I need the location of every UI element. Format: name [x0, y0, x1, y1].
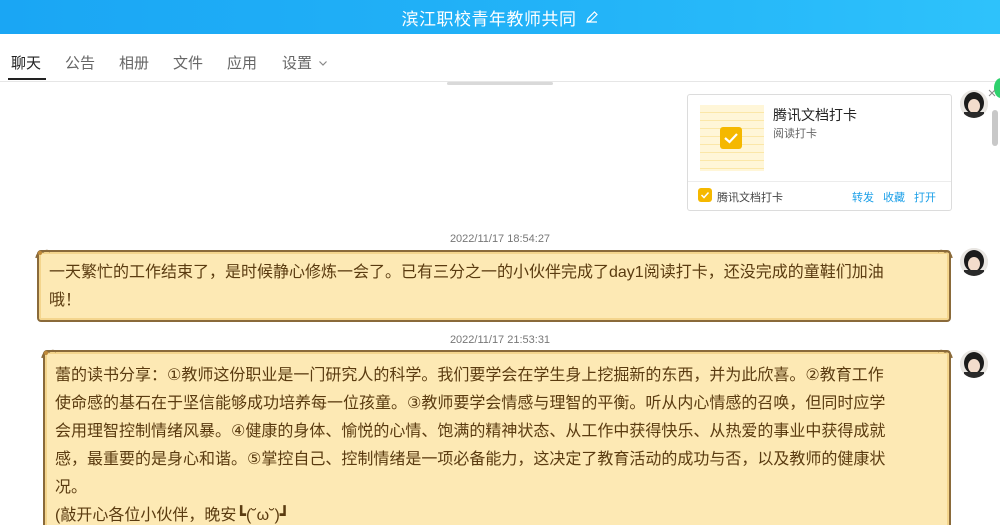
avatar[interactable] [960, 248, 988, 276]
message-line: 感，最重要的是身心和谐。⑤掌控自己、控制情绪是一项必备能力，这决定了教育活动的成… [55, 451, 886, 468]
tab-files[interactable]: 文件 [173, 52, 203, 73]
corner-ornament-icon [937, 349, 953, 359]
avatar[interactable] [960, 90, 988, 118]
scrollbar[interactable] [988, 82, 1000, 525]
message-bubble[interactable]: 蕾的读书分享：①教师这份职业是一门研究人的科学。我们要学会在学生身上挖掘新的东西… [41, 349, 953, 525]
open-button[interactable]: 打开 [914, 189, 936, 205]
message-timestamp: 2022/11/17 18:54:27 [449, 233, 551, 245]
message-line: 哦！ [49, 292, 82, 309]
message-line: (敲开心各位小伙伴，晚安┗(˘ω˘)┛ [55, 507, 290, 524]
corner-ornament-icon [937, 249, 953, 259]
tab-album[interactable]: 相册 [119, 52, 149, 73]
active-tab-indicator [8, 78, 46, 80]
tab-announcements[interactable]: 公告 [65, 52, 95, 73]
group-title: 滨江职校青年教师共同 [401, 9, 577, 29]
card-title: 腾讯文档打卡 [773, 107, 857, 123]
message-timestamp: 2022/11/17 21:53:31 [449, 334, 551, 346]
tab-settings-label: 设置 [282, 55, 313, 72]
avatar[interactable] [960, 350, 988, 378]
message-line: 况。 [55, 479, 88, 496]
tab-settings[interactable]: 设置 [282, 52, 328, 73]
message-line: 使命感的基石在于坚信能够成功培养每一位孩童。③教师要学会情感与理智的平衡。听从内… [55, 395, 886, 412]
message-bubble[interactable]: 一天繁忙的工作结束了，是时候静心修炼一会了。已有三分之一的小伙伴完成了day1阅… [35, 249, 953, 322]
card-app-name: 腾讯文档打卡 [717, 192, 783, 204]
message-line: 蕾的读书分享：①教师这份职业是一门研究人的科学。我们要学会在学生身上挖掘新的东西… [55, 367, 884, 384]
card-divider [688, 181, 951, 182]
card-thumbnail [700, 105, 764, 171]
chevron-down-icon [318, 58, 328, 68]
chat-area: 腾讯文档打卡 阅读打卡 腾讯文档打卡 转发 收藏 打开 2022/11/17 1… [0, 82, 1000, 525]
message-line: 一天繁忙的工作结束了，是时候静心修炼一会了。已有三分之一的小伙伴完成了day1阅… [49, 264, 884, 281]
title-bar: 滨江职校青年教师共同 [0, 0, 1000, 34]
tab-apps[interactable]: 应用 [227, 52, 257, 73]
corner-ornament-icon [35, 249, 51, 259]
forward-button[interactable]: 转发 [852, 189, 874, 205]
checkbox-icon [720, 127, 742, 149]
doc-checkin-card[interactable]: 腾讯文档打卡 阅读打卡 腾讯文档打卡 转发 收藏 打开 [687, 94, 952, 211]
tab-chat[interactable]: 聊天 [11, 52, 41, 73]
pencil-icon[interactable] [585, 10, 599, 24]
favorite-button[interactable]: 收藏 [883, 189, 905, 205]
load-more-handle[interactable] [447, 82, 553, 85]
scrollbar-thumb[interactable] [992, 110, 998, 146]
tab-bar: 聊天 公告 相册 文件 应用 设置 [0, 34, 1000, 98]
shield-check-icon [698, 188, 712, 202]
message-line: 会用理智控制情绪风暴。④健康的身体、愉悦的心情、饱满的精神状态、从工作中获得快乐… [55, 423, 886, 440]
corner-ornament-icon [41, 349, 57, 359]
card-subtitle: 阅读打卡 [773, 128, 817, 140]
